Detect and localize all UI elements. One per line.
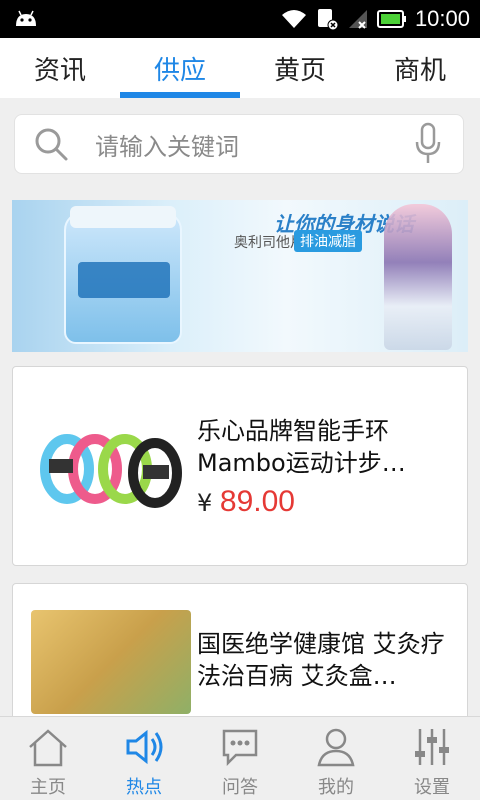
user-icon: [317, 728, 355, 767]
search-input[interactable]: 请输入关键词: [95, 127, 413, 162]
speaker-icon: [126, 729, 163, 765]
nav-qa[interactable]: 问答: [192, 717, 288, 800]
android-icon: [16, 10, 36, 26]
status-bar: 10:00: [0, 0, 480, 38]
nav-settings-label: 设置: [414, 777, 450, 798]
tab-yellow-pages[interactable]: 黄页: [240, 38, 360, 98]
product-card[interactable]: 乐心品牌智能手环Mambo运动计步… ¥ 89.00: [12, 366, 468, 566]
banner-tagline: 排油减脂: [294, 230, 362, 252]
product-title: 国医绝学健康馆 艾灸疗法治百病 艾灸盒…: [197, 630, 445, 690]
tab-news[interactable]: 资讯: [0, 38, 120, 98]
nav-home-label: 主页: [30, 777, 66, 798]
nav-settings[interactable]: 设置: [384, 717, 480, 800]
tab-supply[interactable]: 供应: [120, 38, 240, 98]
wifi-icon: [281, 10, 306, 28]
product-thumbnail: [31, 610, 191, 714]
model-image: [384, 204, 452, 350]
product-card[interactable]: 艾传 国医绝学健康馆 艾灸疗法治百病 艾灸盒…: [12, 583, 468, 723]
bottom-nav: 主页 热点 问答 我的 设置: [0, 716, 480, 800]
nav-hot-label: 热点: [126, 777, 162, 798]
promo-banner[interactable]: 让你的身材说话 奥利司他片 排油减脂: [12, 200, 468, 352]
nav-mine-label: 我的: [318, 777, 354, 798]
home-icon: [29, 729, 67, 767]
product-title: 乐心品牌智能手环Mambo运动计步…: [197, 417, 406, 477]
search-bar[interactable]: 请输入关键词: [14, 114, 464, 174]
currency-symbol: ¥: [197, 489, 213, 517]
settings-sliders-icon: [415, 729, 449, 765]
tab-opportunities[interactable]: 商机: [360, 38, 480, 98]
sim-card-icon: [317, 9, 339, 31]
battery-icon: [376, 10, 406, 28]
nav-home[interactable]: 主页: [0, 717, 96, 800]
nav-qa-label: 问答: [222, 777, 258, 798]
product-price: ¥ 89.00: [197, 485, 295, 519]
jar-lid: [70, 206, 176, 228]
search-icon: [35, 128, 68, 161]
product-thumbnail: [40, 434, 182, 508]
jar-label: [78, 262, 170, 298]
clock: 10:00: [414, 6, 470, 31]
microphone-icon[interactable]: [413, 122, 443, 166]
price-value: 89.00: [219, 485, 295, 518]
nav-hot[interactable]: 热点: [96, 717, 192, 800]
chat-icon: [222, 729, 258, 767]
nav-mine[interactable]: 我的: [288, 717, 384, 800]
signal-icon: [348, 10, 367, 29]
top-tabs: 资讯 供应 黄页 商机: [0, 38, 480, 98]
